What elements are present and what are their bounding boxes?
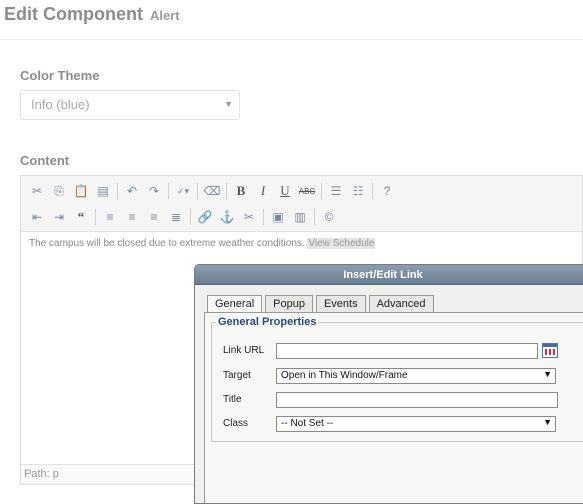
color-theme-select[interactable]: Info (blue) ▼ <box>20 90 240 120</box>
align-center-icon[interactable]: ≡ <box>122 207 142 227</box>
toolbar-separator <box>197 183 198 199</box>
align-justify-icon[interactable]: ≣ <box>166 207 186 227</box>
tab-popup[interactable]: Popup <box>265 295 313 313</box>
tab-advanced[interactable]: Advanced <box>368 295 434 313</box>
paste-text-icon[interactable]: ▤ <box>93 181 113 201</box>
editor-toolbar: ✂ ⎘ 📋 ▤ ↶ ↷ ✓▾ ⌫ B I U ABC ☰ ☷? ⇤ ⇥ “≡ ≡ ≡ ≣ 🔗 ⚓ ✂ ▣ ▥ © <box>21 176 582 232</box>
class-label: Class <box>223 418 249 429</box>
strikethrough-icon[interactable]: ABC <box>297 181 317 201</box>
tab-events[interactable]: Events <box>315 295 366 313</box>
page-subtitle: Alert <box>150 8 180 23</box>
editor-content[interactable]: The campus will be closed due to extreme… <box>29 238 376 249</box>
image-icon[interactable]: ▣ <box>268 207 288 227</box>
toolbar-row-1: ✂ ⎘ 📋 ▤ ↶ ↷ ✓▾ ⌫ B I U ABC ☰ ☷? <box>27 180 399 202</box>
toolbar-separator <box>226 183 227 199</box>
outdent-icon[interactable]: ⇤ <box>27 207 47 227</box>
title-label: Title <box>223 394 242 405</box>
general-properties-fieldset: General Properties Link URL Target Open … <box>211 316 583 442</box>
anchor-icon[interactable]: ⚓ <box>217 207 237 227</box>
general-panel: General Properties Link URL Target Open … <box>204 312 583 503</box>
status-path[interactable]: Path: p <box>24 468 59 480</box>
browse-icon[interactable] <box>542 343 558 358</box>
toolbar-separator <box>168 183 169 199</box>
link-url-input[interactable] <box>276 343 538 359</box>
align-left-icon[interactable]: ≡ <box>100 207 120 227</box>
indent-icon[interactable]: ⇥ <box>49 207 69 227</box>
target-label: Target <box>223 370 251 381</box>
italic-icon[interactable]: I <box>253 181 273 201</box>
unlink-icon[interactable]: ✂ <box>239 207 259 227</box>
target-select[interactable]: Open in This Window/Frame ▼ <box>276 368 556 384</box>
toolbar-separator <box>95 209 96 225</box>
chevron-down-icon: ▼ <box>224 99 233 109</box>
cut-icon[interactable]: ✂ <box>27 181 47 201</box>
toolbar-separator <box>321 183 322 199</box>
content-text: The campus will be closed due to extreme… <box>29 238 305 249</box>
target-value: Open in This Window/Frame <box>281 370 408 381</box>
class-select[interactable]: -- Not Set -- ▼ <box>276 416 556 432</box>
help-icon[interactable]: ? <box>377 181 397 201</box>
fieldset-legend: General Properties <box>216 316 319 328</box>
spellcheck-icon[interactable]: ✓▾ <box>173 181 193 201</box>
dialog-tabs: General Popup Events Advanced <box>207 295 437 314</box>
color-theme-value: Info (blue) <box>31 97 90 112</box>
toolbar-separator <box>263 209 264 225</box>
link-icon[interactable]: 🔗 <box>195 207 215 227</box>
toolbar-separator <box>190 209 191 225</box>
link-url-label: Link URL <box>223 345 265 356</box>
copyright-icon[interactable]: © <box>319 207 339 227</box>
undo-icon[interactable]: ↶ <box>122 181 142 201</box>
dropdown-arrow-icon: ▼ <box>543 417 552 427</box>
insert-edit-link-dialog: Insert/Edit Link General Popup Events Ad… <box>194 264 583 504</box>
title-input[interactable] <box>276 392 558 408</box>
dialog-titlebar[interactable]: Insert/Edit Link <box>195 265 583 285</box>
paste-icon[interactable]: 📋 <box>71 181 91 201</box>
eraser-icon[interactable]: ⌫ <box>202 181 222 201</box>
toolbar-separator <box>372 183 373 199</box>
underline-icon[interactable]: U <box>275 181 295 201</box>
dropdown-arrow-icon: ▼ <box>543 369 552 379</box>
align-right-icon[interactable]: ≡ <box>144 207 164 227</box>
media-icon[interactable]: ▥ <box>290 207 310 227</box>
copy-icon[interactable]: ⎘ <box>49 181 69 201</box>
page-title-text: Edit Component <box>4 4 143 24</box>
content-link[interactable]: View Schedule <box>307 238 376 249</box>
bold-icon[interactable]: B <box>231 181 251 201</box>
page-title: Edit Component Alert <box>4 4 180 25</box>
content-label: Content <box>20 153 70 168</box>
redo-icon[interactable]: ↷ <box>144 181 164 201</box>
blockquote-icon[interactable]: “ <box>71 207 91 227</box>
page-header: Edit Component Alert <box>0 0 583 40</box>
color-theme-label: Color Theme <box>20 68 100 83</box>
toolbar-separator <box>117 183 118 199</box>
toolbar-separator <box>314 209 315 225</box>
numbered-list-icon[interactable]: ☷ <box>348 181 368 201</box>
class-value: -- Not Set -- <box>281 418 334 429</box>
toolbar-row-2: ⇤ ⇥ “≡ ≡ ≡ ≣ 🔗 ⚓ ✂ ▣ ▥ © <box>27 206 341 228</box>
bullet-list-icon[interactable]: ☰ <box>326 181 346 201</box>
